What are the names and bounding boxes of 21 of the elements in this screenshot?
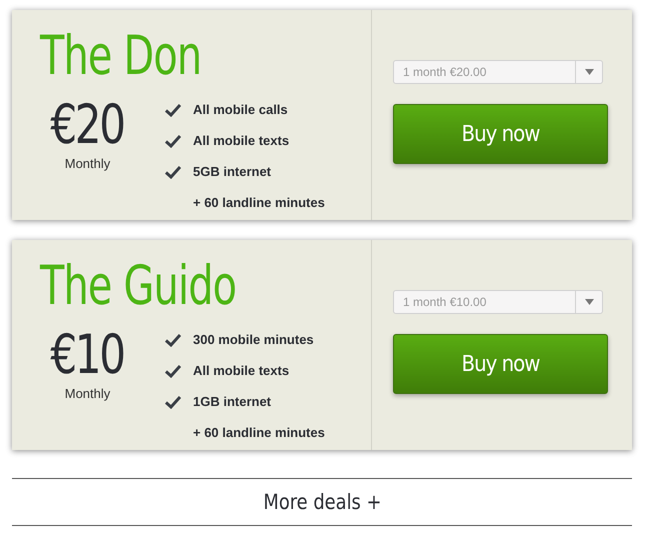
price: €10 <box>50 324 124 386</box>
plan-select[interactable]: 1 month €20.00 <box>393 60 603 84</box>
feature-text: All mobile calls <box>193 102 288 117</box>
billing-period: Monthly <box>64 156 110 171</box>
plan-name: The Guido <box>40 254 236 318</box>
buy-button[interactable]: Buy now <box>393 334 608 394</box>
plan-name: The Don <box>40 24 202 88</box>
feature-text: 1GB internet <box>193 394 272 409</box>
billing-period: Monthly <box>64 386 110 401</box>
feature-text: + 60 landline minutes <box>193 195 325 210</box>
caret-icon <box>584 299 594 305</box>
feature-text: 300 mobile minutes <box>193 332 314 347</box>
feature-text: All mobile texts <box>193 363 290 378</box>
feature-text: All mobile texts <box>193 133 290 148</box>
plan-select[interactable]: 1 month €10.00 <box>393 290 603 314</box>
more-deals-link[interactable]: More deals + <box>262 490 382 514</box>
buy-button[interactable]: Buy now <box>393 104 608 164</box>
feature-text: 5GB internet <box>193 164 272 179</box>
caret-icon <box>584 69 594 75</box>
feature-text: + 60 landline minutes <box>193 425 325 440</box>
price: €20 <box>50 94 124 156</box>
